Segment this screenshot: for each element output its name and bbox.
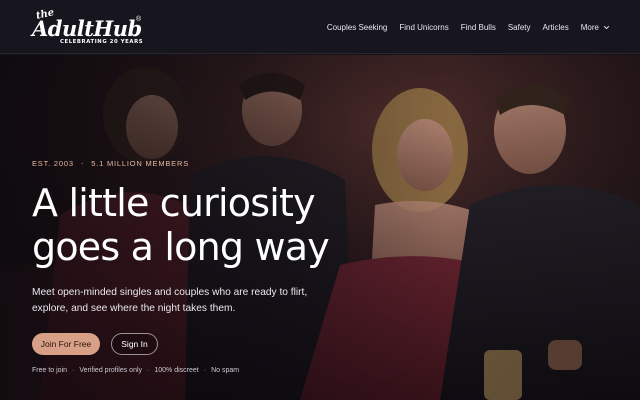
perk-item: Verified profiles only xyxy=(79,367,143,374)
perks-list: Free to join · Verified profiles only · … xyxy=(32,367,239,374)
nav-more-label: More xyxy=(580,22,599,32)
nav-more[interactable]: More xyxy=(581,23,610,32)
hero-headline: A little curiosity goes a long way xyxy=(32,181,330,269)
logo-tagline: CELEBRATING 20 YEARS xyxy=(60,39,144,45)
logo-registered-mark: ® xyxy=(136,16,142,23)
nav-articles[interactable]: Articles xyxy=(543,23,569,32)
site-header: the AdultHub ® CELEBRATING 20 YEARS Coup… xyxy=(0,0,640,54)
perk-item: No spam xyxy=(211,367,240,374)
nav-find-bulls[interactable]: Find Bulls xyxy=(461,23,496,32)
nav-couples-seeking[interactable]: Couples Seeking xyxy=(327,23,387,32)
eyebrow-separator: · xyxy=(80,159,85,168)
perk-separator: · xyxy=(203,367,207,374)
perk-item: Free to join xyxy=(32,367,68,374)
member-count-text: 5.1 MILLION MEMBERS xyxy=(91,159,190,168)
perk-separator: · xyxy=(72,367,75,374)
chevron-down-icon xyxy=(603,25,610,29)
join-free-button[interactable]: Join For Free xyxy=(32,333,100,355)
logo-wordmark: AdultHub xyxy=(32,16,142,41)
hero-eyebrow: EST. 2003 · 5.1 MILLION MEMBERS xyxy=(32,159,189,168)
nav-safety[interactable]: Safety xyxy=(508,23,531,32)
established-text: EST. 2003 xyxy=(32,159,74,168)
sign-in-button[interactable]: Sign In xyxy=(111,333,158,355)
hero-subheadline: Meet open-minded singles and couples who… xyxy=(32,287,308,314)
perk-item: 100% discreet xyxy=(154,367,199,374)
site-logo[interactable]: the AdultHub ® CELEBRATING 20 YEARS xyxy=(32,7,144,46)
main-nav: Couples Seeking Find Unicorns Find Bulls… xyxy=(327,0,610,54)
hero-section: EST. 2003 · 5.1 MILLION MEMBERS A little… xyxy=(0,55,640,400)
nav-find-unicorns[interactable]: Find Unicorns xyxy=(399,23,448,32)
perk-separator: · xyxy=(147,367,150,374)
